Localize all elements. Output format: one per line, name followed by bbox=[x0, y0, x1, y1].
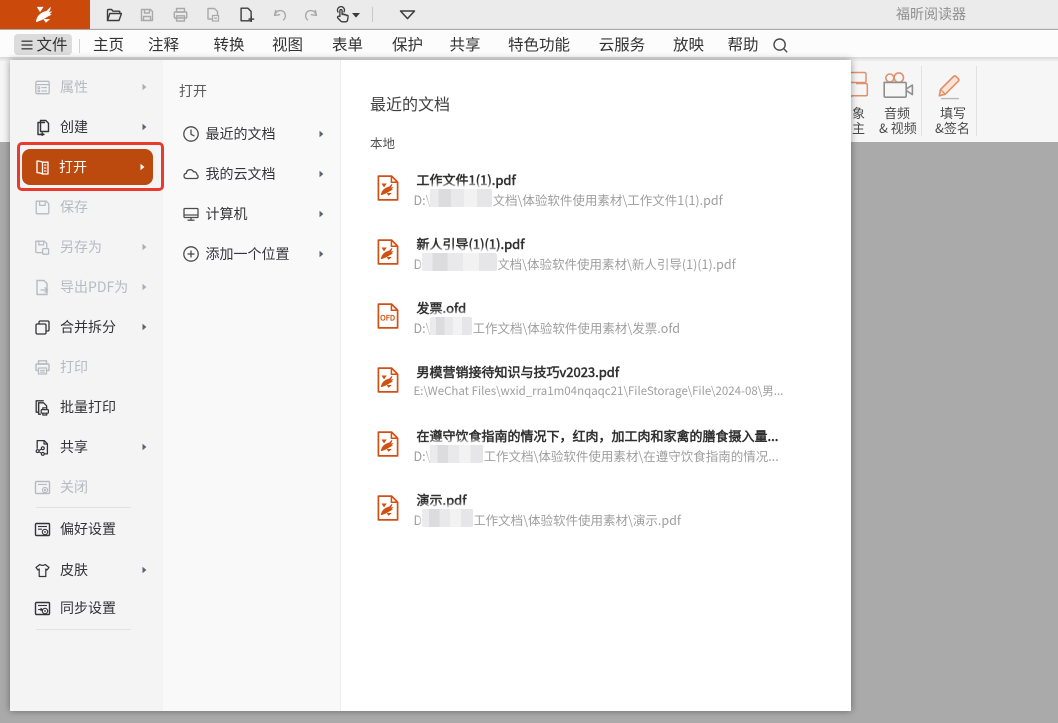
svg-text:OFD: OFD bbox=[380, 313, 395, 324]
